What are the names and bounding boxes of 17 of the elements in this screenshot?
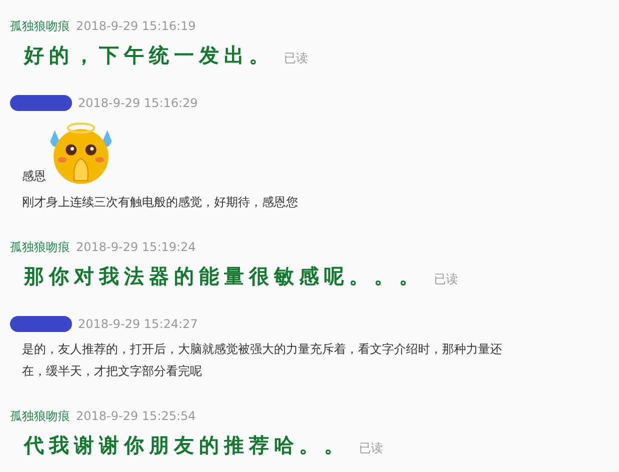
message-time: 2018-9-29 15:24:27 bbox=[78, 317, 198, 331]
read-receipt: 已读 bbox=[434, 271, 458, 288]
sticker-caption: 感恩 bbox=[22, 168, 46, 185]
read-receipt: 已读 bbox=[359, 440, 383, 457]
sender-name: 孤独狼吻痕 bbox=[10, 18, 70, 34]
sender-name: 孤独狼吻痕 bbox=[10, 408, 70, 424]
sender-name: 孤独狼吻痕 bbox=[10, 238, 70, 256]
message-text: 代我谢谢你朋友的推荐哈。。 bbox=[24, 432, 349, 459]
message-time: 2018-9-29 15:16:29 bbox=[78, 96, 198, 110]
message-text: 好的，下午统一发出。 bbox=[24, 42, 274, 69]
message-time: 2018-9-29 15:19:24 bbox=[76, 240, 196, 254]
message-text: 是的，友人推荐的，打开后，大脑就感觉被强大的力量充斥着，看文字介绍时，那种力量还在，缓半天，才把文字部分看完呢 bbox=[21, 341, 502, 380]
message-text: 那你对我法器的能量很敏感呢。。。 bbox=[24, 263, 424, 290]
read-receipt: 已读 bbox=[284, 50, 308, 67]
message-time: 2018-9-29 15:25:54 bbox=[76, 409, 196, 423]
message-text: 刚才身上连续三次有触电般的感觉，好期待，感恩您 bbox=[21, 194, 299, 211]
message-time: 2018-9-29 15:16:19 bbox=[76, 19, 196, 33]
